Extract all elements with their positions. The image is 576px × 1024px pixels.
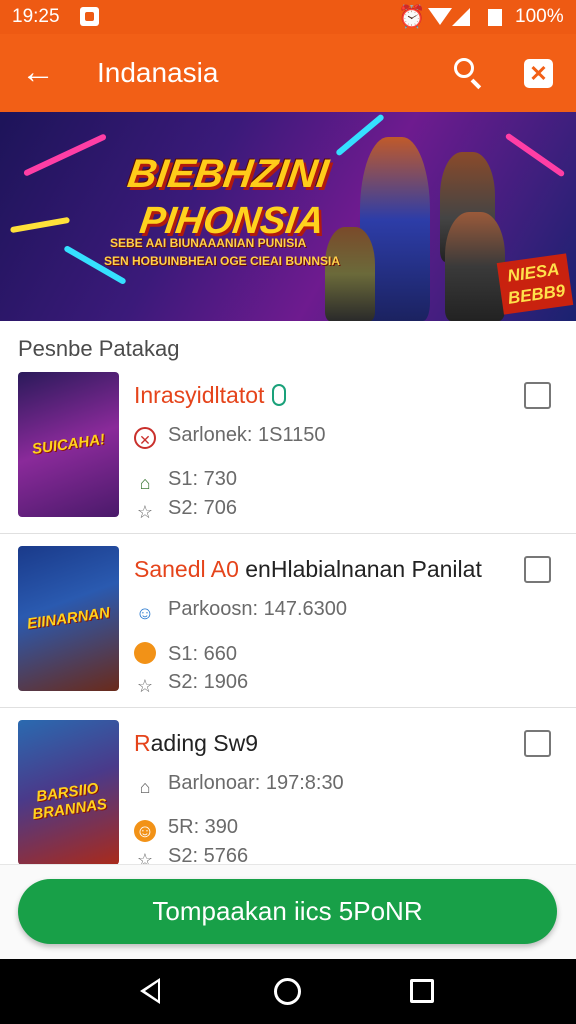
search-icon[interactable] bbox=[452, 56, 484, 90]
item-meta: ⌂ Barlonoar: 197:8:30 bbox=[134, 772, 344, 798]
banner-badge: NIESA BEBB9 bbox=[496, 253, 574, 315]
hero-figure bbox=[325, 227, 375, 321]
item-title: Inrasyidltatot bbox=[134, 382, 287, 409]
thumbnail-image: EIINARNAN bbox=[18, 546, 119, 691]
item-meta: ☆ S2: 706 bbox=[134, 497, 237, 523]
status-bar: 19:25 ⏰ 100% bbox=[0, 0, 576, 34]
no-entry-icon: ✕ bbox=[134, 427, 156, 449]
star-icon: ☆ bbox=[136, 676, 154, 696]
item-meta: ✕ Sarlonek: 1S1150 bbox=[134, 424, 326, 449]
bottom-panel: Tompaakan iics 5PoNR bbox=[0, 864, 576, 959]
item-meta: ☺ Parkoosn: 147.6300 bbox=[135, 598, 348, 623]
item-meta: ⌂ S1: 730 bbox=[134, 468, 237, 494]
list-item[interactable]: SUICAHA! Inrasyidltatot ✕ Sarlonek: 1S115… bbox=[0, 360, 576, 534]
thumbnail-image: SUICAHA! bbox=[18, 372, 119, 517]
item-title: Rading Sw9 bbox=[134, 730, 259, 756]
item-meta: S1: 660 bbox=[134, 642, 237, 666]
section-title: Pesnbe Patakag bbox=[18, 336, 180, 361]
item-meta: ☺ 5R: 390 bbox=[134, 816, 239, 842]
house-icon: ⌂ bbox=[139, 777, 151, 797]
alarm-icon: ⏰ bbox=[398, 4, 426, 29]
item-title: Sanedl A0 enHlabialnanan Panilat bbox=[134, 556, 482, 582]
battery-icon bbox=[488, 9, 502, 26]
hero-figure bbox=[445, 212, 505, 321]
orange-circle-icon bbox=[134, 642, 156, 664]
star-icon: ☆ bbox=[136, 502, 154, 522]
thumbnail-image: BARSIIO BRANNAS bbox=[18, 720, 119, 864]
sim-icon bbox=[80, 7, 99, 26]
banner-subtitle: SEBE AAI BIUNAAANIAN PUNISIA bbox=[110, 236, 307, 250]
status-time: 19:25 bbox=[12, 6, 60, 27]
house-icon: ⌂ bbox=[139, 473, 151, 493]
badge-icon: ☺ bbox=[135, 603, 155, 623]
item-list: SUICAHA! Inrasyidltatot ✕ Sarlonek: 1S115… bbox=[0, 360, 576, 864]
item-checkbox[interactable] bbox=[524, 382, 551, 409]
page-title: Indanasia bbox=[97, 57, 219, 88]
nav-home-icon[interactable] bbox=[274, 978, 301, 1005]
banner-subtitle: SEN HOBUINBHEAI OGE CIEAI BUNNSIA bbox=[104, 254, 341, 268]
nav-recents-icon[interactable] bbox=[410, 979, 434, 1003]
item-meta: ☆ S2: 5766 bbox=[134, 845, 248, 864]
wifi-icon bbox=[428, 8, 452, 25]
item-checkbox[interactable] bbox=[524, 556, 551, 583]
orange-face-icon: ☺ bbox=[134, 820, 156, 842]
verified-icon bbox=[272, 384, 287, 406]
item-checkbox[interactable] bbox=[524, 730, 551, 757]
signal-icon bbox=[452, 8, 470, 26]
close-icon[interactable]: ✕ bbox=[524, 59, 553, 88]
promo-banner[interactable]: BIEBHZINI PIHONSIA SEBE AAI BIUNAAANIAN … bbox=[0, 112, 576, 321]
system-nav-bar bbox=[0, 959, 576, 1024]
star-icon: ☆ bbox=[136, 850, 154, 864]
primary-action-button[interactable]: Tompaakan iics 5PoNR bbox=[18, 879, 557, 944]
item-meta: ☆ S2: 1906 bbox=[134, 671, 248, 697]
banner-title: BIEBHZINI bbox=[124, 152, 332, 196]
back-arrow-icon[interactable]: ← bbox=[18, 54, 58, 94]
battery-percent: 100% bbox=[515, 6, 564, 27]
list-item[interactable]: BARSIIO BRANNAS Rading Sw9 ⌂ Barlonoar: 1… bbox=[0, 708, 576, 864]
list-item[interactable]: EIINARNAN Sanedl A0 enHlabialnanan Panil… bbox=[0, 534, 576, 708]
nav-back-icon[interactable] bbox=[140, 978, 160, 1004]
app-bar: ← Indanasia ✕ bbox=[0, 34, 576, 112]
